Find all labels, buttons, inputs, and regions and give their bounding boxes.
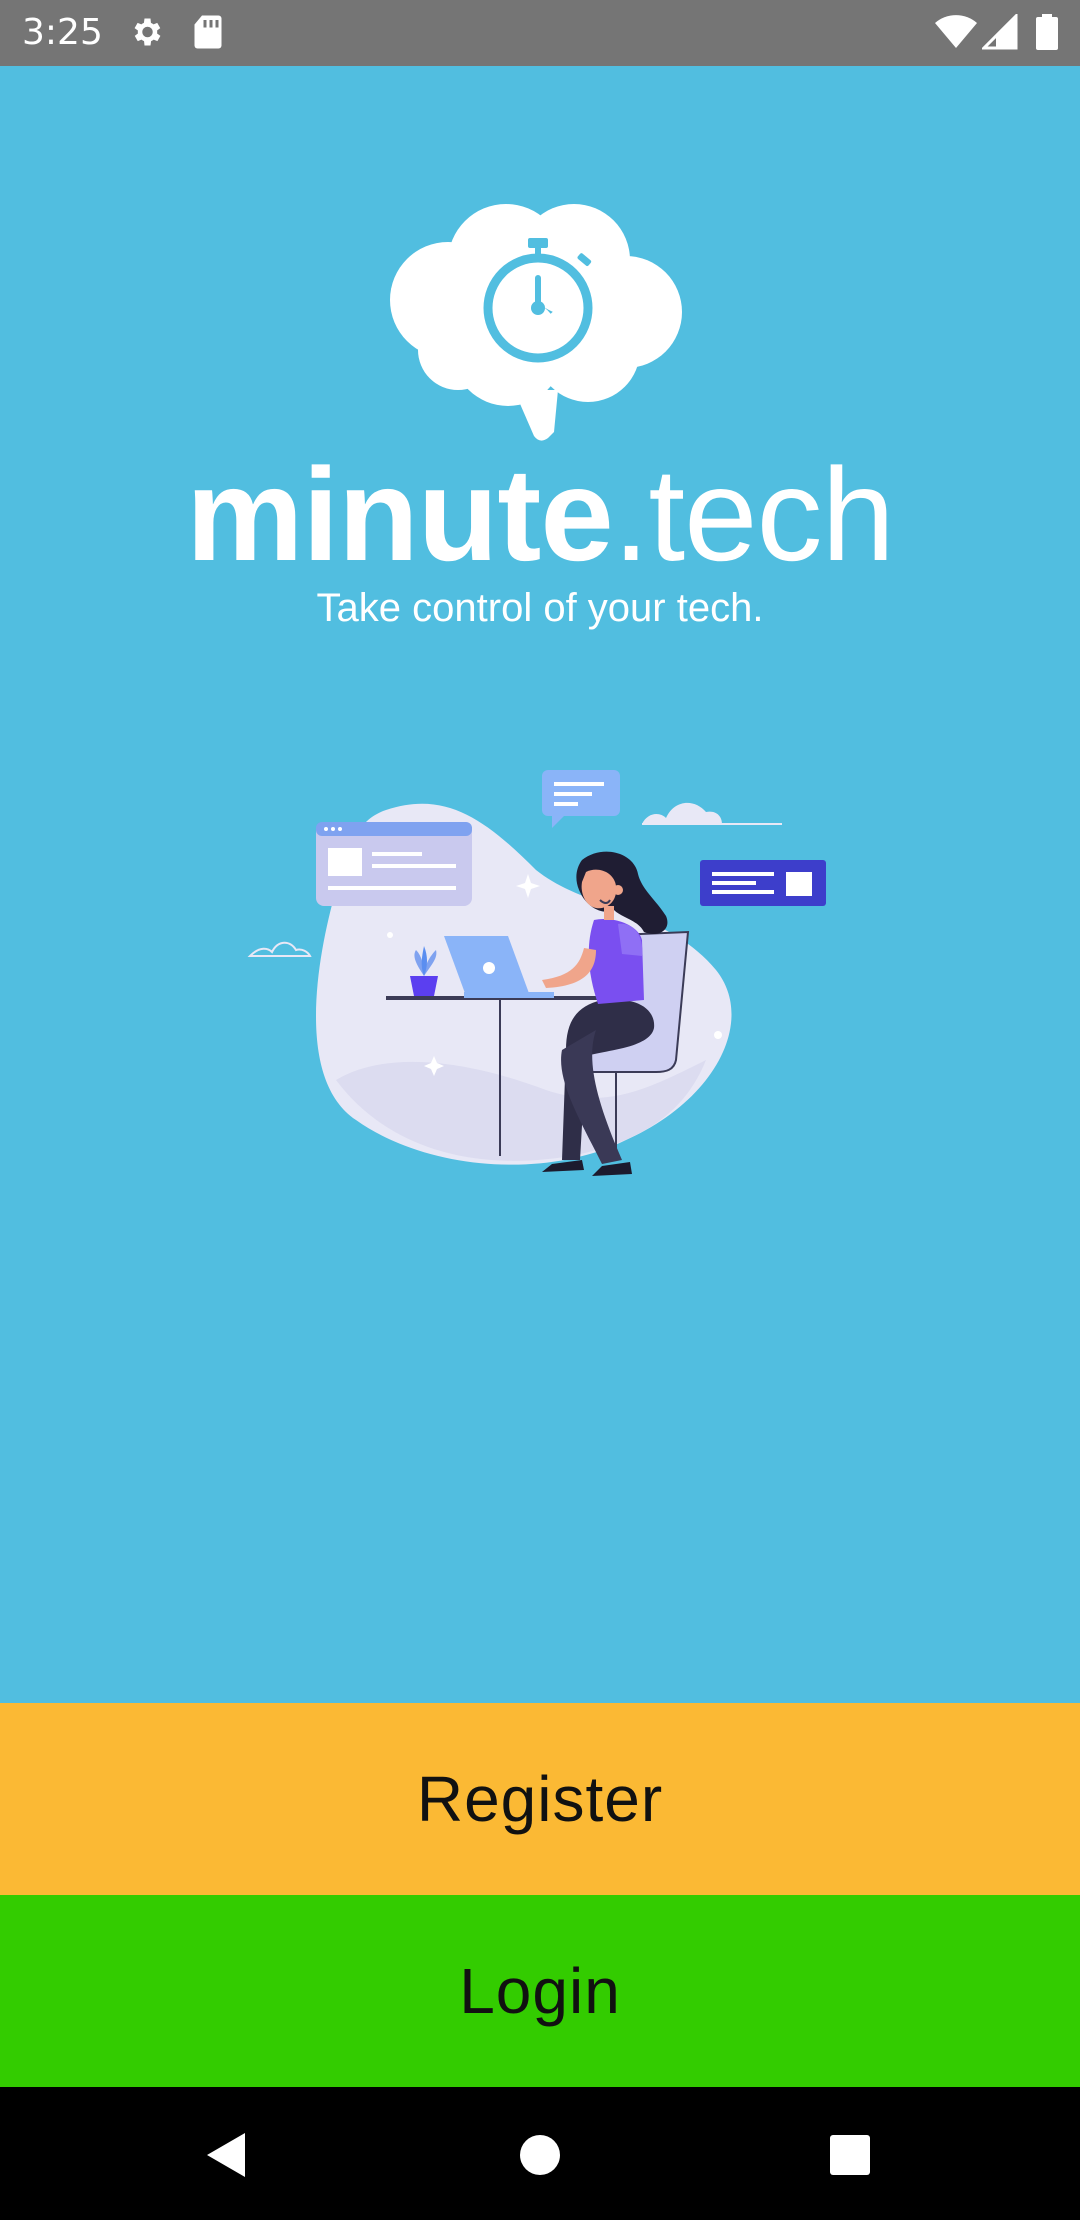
welcome-screen: 3:25 minute.tech Take control of your te… — [0, 0, 1080, 2220]
sd-card-icon — [192, 14, 224, 55]
battery-icon — [1036, 14, 1058, 55]
home-icon[interactable] — [500, 2115, 580, 2195]
app-wordmark: minute.tech — [0, 440, 1080, 590]
wordmark-light: .tech — [612, 441, 895, 588]
recents-icon[interactable] — [810, 2115, 890, 2195]
login-button-label: Login — [459, 1955, 621, 2027]
status-time: 3:25 — [22, 12, 103, 53]
login-button[interactable]: Login — [0, 1895, 1080, 2087]
wordmark-bold: minute — [186, 441, 614, 588]
settings-icon — [128, 14, 164, 55]
back-icon[interactable] — [186, 2115, 266, 2195]
tagline: Take control of your tech. — [316, 586, 764, 630]
wifi-icon — [934, 14, 978, 55]
brain-stopwatch-logo — [388, 200, 692, 449]
register-button[interactable]: Register — [0, 1703, 1080, 1895]
signal-icon — [980, 12, 1018, 55]
status-bar: 3:25 — [0, 0, 1080, 66]
system-nav-bar — [0, 2087, 1080, 2220]
register-button-label: Register — [416, 1763, 664, 1835]
woman-laptop-illustration — [246, 760, 836, 1205]
